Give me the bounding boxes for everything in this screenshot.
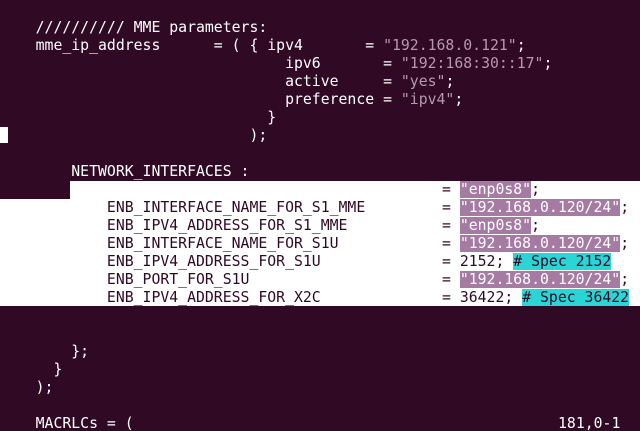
semicolon: ;: [620, 235, 630, 252]
code-text: MACRLCs = (: [35, 415, 134, 431]
code-line-close-brace: }: [0, 91, 276, 126]
code-text: );: [35, 127, 268, 144]
code-line-x2c-address[interactable]: ENB_IPV4_ADDRESS_FOR_X2C = "192.168.0.12…: [0, 271, 629, 306]
equals-sign: =: [442, 181, 460, 198]
config-key: ENB_PORT_FOR_X2C: [35, 307, 250, 324]
code-text: );: [35, 379, 54, 396]
equals-sign: =: [442, 271, 460, 288]
code-line-s1u-port[interactable]: ENB_PORT_FOR_S1U = 2152; # Spec 2152: [0, 253, 612, 288]
highlighted-string-value: "192.168.0.120/24": [459, 271, 621, 288]
equals-sign: =: [442, 235, 460, 252]
semicolon: ;: [531, 217, 541, 234]
code-line-close-paren: );: [0, 361, 54, 396]
cursor-position-indicator: 181,0-1: [558, 415, 621, 431]
port-value: = 36422;: [442, 289, 523, 306]
config-value-group: = "192.168.0.120/24";: [442, 271, 629, 289]
semicolon: ;: [620, 271, 630, 288]
config-value-group: = "enp0s8";: [442, 217, 540, 235]
string-value: "ipv4": [400, 91, 455, 108]
semicolon: ;: [454, 91, 464, 108]
code-line-close-brace: }: [0, 343, 62, 378]
code-line-active: active = "yes";: [0, 55, 454, 90]
semicolon: ;: [543, 55, 553, 72]
highlighted-string-value: "192.168.0.120/24": [459, 235, 621, 252]
code-line-network-interfaces: NETWORK_INTERFACES :: [0, 145, 249, 180]
code-line-preference: preference = "ipv4";: [0, 73, 463, 108]
code-line-s1u-interface[interactable]: ENB_INTERFACE_NAME_FOR_S1U = "enp0s8";: [0, 217, 540, 252]
equals-sign: =: [442, 217, 460, 234]
highlighted-string-value: "192.168.0.120/24": [459, 199, 621, 216]
config-value-group: = "192.168.0.120/24";: [442, 235, 629, 253]
config-value-group: = "enp0s8";: [442, 181, 540, 199]
highlighted-string-value: "enp0s8": [459, 217, 532, 234]
text-cursor: [0, 127, 8, 143]
code-line-close-paren: );: [0, 109, 267, 144]
code-line-ipv6: ipv6 = "192:168:30::17";: [0, 37, 552, 72]
highlighted-string-value: "enp0s8": [459, 181, 532, 198]
terminal-editor[interactable]: ////////// MME parameters: mme_ip_addres…: [0, 0, 640, 431]
config-value-group: = "192.168.0.120/24";: [442, 199, 629, 217]
config-value-group: = 2152; # Spec 2152: [442, 253, 612, 271]
config-value-group: = 36422; # Spec 36422: [442, 289, 630, 307]
port-value: = 2152;: [442, 253, 514, 270]
code-line-mme-parameters: ////////// MME parameters:: [0, 1, 268, 36]
code-line-macrlcs: MACRLCs = (: [0, 397, 134, 431]
equals-sign: =: [442, 199, 460, 216]
code-line-ipv4: mme_ip_address = ( { ipv4 = "192.168.0.1…: [0, 19, 526, 54]
code-line-open-brace: {: [0, 163, 80, 198]
code-line-x2c-port[interactable]: ENB_PORT_FOR_X2C = 36422; # Spec 36422: [0, 289, 630, 324]
code-line-close-block: };: [0, 325, 89, 360]
highlighted-comment: # Spec 2152: [513, 253, 612, 270]
code-line-s1u-address[interactable]: ENB_IPV4_ADDRESS_FOR_S1U = "192.168.0.12…: [0, 235, 629, 270]
code-line-s1-mme-interface[interactable]: ENB_INTERFACE_NAME_FOR_S1_MME = "enp0s8"…: [0, 181, 540, 216]
semicolon: ;: [620, 199, 630, 216]
semicolon: ;: [531, 181, 541, 198]
highlighted-comment: # Spec 36422: [522, 289, 630, 306]
code-line-s1-mme-address[interactable]: ENB_IPV4_ADDRESS_FOR_S1_MME = "192.168.0…: [0, 199, 629, 234]
